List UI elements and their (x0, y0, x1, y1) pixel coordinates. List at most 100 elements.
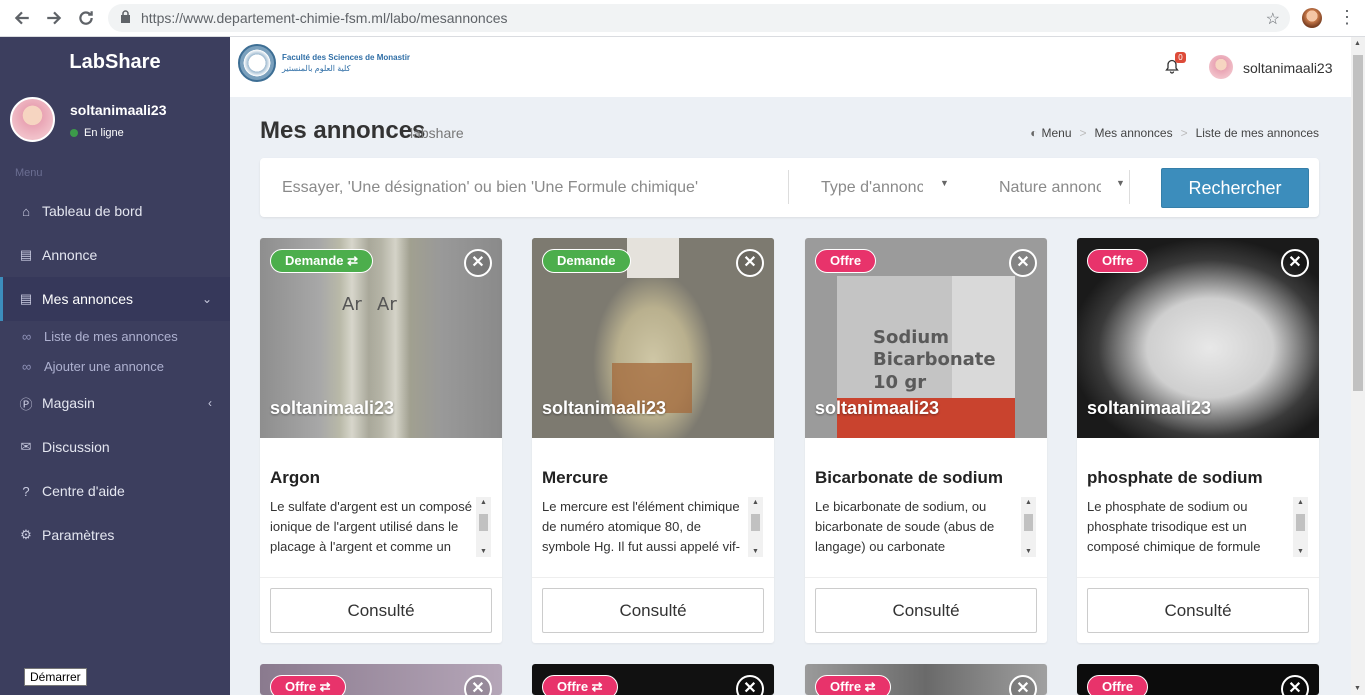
sidebar: LabShare soltanimaali23 En ligne Menu ⌂ … (0, 37, 230, 695)
back-arrow-icon[interactable] (6, 2, 38, 34)
annonce-card: soltanimaali23 Demande ✕ Mercure Le merc… (532, 238, 774, 643)
divider (1129, 170, 1130, 204)
page-title: Mes annonces (260, 117, 426, 144)
close-icon[interactable]: ✕ (464, 675, 492, 695)
link-icon: ∞ (22, 358, 32, 374)
close-icon[interactable]: ✕ (464, 249, 492, 277)
svg-text:Sodium: Sodium (873, 327, 949, 348)
address-bar[interactable]: https://www.departement-chimie-fsm.ml/la… (108, 4, 1290, 32)
annonce-card: Sodium Bicarbonate 10 gr soltanimaali23 … (805, 238, 1047, 643)
close-icon[interactable]: ✕ (736, 249, 764, 277)
envelope-icon: ✉ (20, 439, 32, 454)
reload-icon[interactable] (70, 2, 102, 34)
card-title: Argon (270, 468, 321, 487)
status-badge: Offre ⇄ (270, 675, 346, 695)
search-button[interactable]: Rechercher (1161, 168, 1309, 208)
status-badge: Offre (1087, 249, 1149, 273)
faculty-logo[interactable]: Faculté des Sciences de Monastir كلية ال… (238, 44, 410, 82)
description-scrollbar[interactable]: ▲ ▼ (748, 497, 763, 557)
svg-text:10 gr: 10 gr (873, 372, 926, 393)
nature-select[interactable]: Nature annonce ▼ (999, 158, 1129, 217)
brand-logo[interactable]: LabShare (0, 37, 230, 87)
status-badge: Offre ⇄ (815, 675, 891, 695)
sidebar-subitem-ajouter[interactable]: ∞ Ajouter une annonce (0, 351, 230, 381)
browser-menu-icon[interactable]: ⋮ (1338, 8, 1356, 26)
page-subtitle: labshare (410, 125, 464, 141)
scroll-down-icon[interactable]: ▼ (1354, 685, 1361, 692)
card-description: Le phosphate de sodium ou phosphate tris… (1087, 499, 1261, 554)
status-badge: Offre (1087, 675, 1149, 695)
browser-profile-avatar[interactable] (1302, 8, 1322, 28)
consult-button[interactable]: Consulté (1087, 588, 1309, 633)
status-label: En ligne (84, 127, 124, 139)
menu-header: Menu (15, 167, 43, 179)
question-icon: ? (22, 483, 30, 499)
breadcrumb-item[interactable]: Mes annonces (1095, 126, 1173, 140)
status-badge: Demande ⇄ (270, 249, 374, 273)
close-icon[interactable]: ✕ (1281, 675, 1309, 695)
description-scrollbar[interactable]: ▲ ▼ (1021, 497, 1036, 557)
card-title: phosphate de sodium (1087, 468, 1263, 487)
close-icon[interactable]: ✕ (1009, 249, 1037, 277)
dashboard-icon: ◐ (1030, 126, 1038, 140)
consult-button[interactable]: Consulté (815, 588, 1037, 633)
card-description: Le mercure est l'élément chimique de num… (542, 499, 740, 554)
close-icon[interactable]: ✕ (1281, 249, 1309, 277)
type-select[interactable]: Type d'annonce ▼ (821, 158, 949, 217)
start-tooltip[interactable]: Démarrer (24, 668, 87, 686)
sidebar-item-parametres[interactable]: ⚙ Paramètres (0, 513, 230, 557)
home-icon: ⌂ (22, 203, 30, 219)
bookmark-star-icon[interactable]: ☆ (1266, 9, 1280, 29)
sidebar-item-discussion[interactable]: ✉ Discussion (0, 425, 230, 469)
description-scrollbar[interactable]: ▲ ▼ (476, 497, 491, 557)
status-badge: Offre (815, 249, 877, 273)
card-owner: soltanimaali23 (542, 398, 667, 418)
scroll-up-icon[interactable]: ▲ (1354, 40, 1361, 47)
sidebar-item-dashboard[interactable]: ⌂ Tableau de bord (0, 189, 230, 233)
online-dot-icon (70, 129, 78, 137)
annonce-card: Offre ⇄ ✕ (532, 664, 774, 695)
logo-text-fr: Faculté des Sciences de Monastir (282, 53, 411, 62)
sidebar-item-mes-annonces[interactable]: ▤ Mes annonces ⌄ (0, 277, 230, 321)
description-scrollbar[interactable]: ▲ ▼ (1293, 497, 1308, 557)
faculty-seal-icon (238, 44, 276, 82)
card-description: Le sulfate d'argent est un composé ioniq… (270, 499, 472, 554)
sidebar-item-magasin[interactable]: Ⓟ Magasin ‹ (0, 381, 230, 425)
sidebar-item-label: Mes annonces (42, 291, 134, 307)
breadcrumb-item[interactable]: Menu (1041, 126, 1071, 140)
consult-button[interactable]: Consulté (270, 588, 492, 633)
page-scrollbar[interactable]: ▲ ▼ (1351, 37, 1365, 695)
sidebar-item-label: Tableau de bord (42, 203, 143, 219)
sidebar-subitem-liste[interactable]: ∞ Liste de mes annonces (0, 321, 230, 351)
url-host: https://www.departement-chimie-fsm.ml (141, 10, 387, 26)
logo-text-ar: كلية العلوم بالمنستير (282, 64, 351, 73)
svg-text:Bicarbonate: Bicarbonate (873, 349, 996, 370)
close-icon[interactable]: ✕ (736, 675, 764, 695)
search-input[interactable] (260, 158, 788, 217)
card-description: Le bicarbonate de sodium, ou bicarbonate… (815, 499, 995, 554)
sidebar-item-label: Centre d'aide (42, 483, 125, 499)
sidebar-item-annonce[interactable]: ▤ Annonce (0, 233, 230, 277)
card-title: Bicarbonate de sodium (815, 468, 1003, 487)
close-icon[interactable]: ✕ (1009, 675, 1037, 695)
url-path: /labo/mesannonces (386, 10, 508, 26)
basket-icon: ▤ (19, 247, 33, 262)
status-badge: Offre ⇄ (542, 675, 618, 695)
scrollbar-thumb[interactable] (1353, 55, 1363, 391)
header-user-name[interactable]: soltanimaali23 (1243, 60, 1333, 76)
avatar (10, 97, 55, 142)
sidebar-item-aide[interactable]: ? Centre d'aide (0, 469, 230, 513)
breadcrumb-item: Liste de mes annonces (1195, 126, 1319, 140)
caret-down-icon: ▼ (1116, 178, 1125, 188)
status-online: En ligne (70, 127, 124, 139)
forward-arrow-icon[interactable] (38, 2, 70, 34)
card-title: Mercure (542, 468, 609, 487)
sidebar-item-label: Discussion (42, 439, 110, 455)
divider (788, 170, 789, 204)
status-badge: Demande (542, 249, 631, 273)
basket-icon: ▤ (19, 291, 33, 306)
annonce-card: soltanimaali23 Offre ✕ phosphate de sodi… (1077, 238, 1319, 643)
parking-icon: Ⓟ (19, 396, 33, 412)
avatar[interactable] (1209, 55, 1233, 79)
consult-button[interactable]: Consulté (542, 588, 764, 633)
